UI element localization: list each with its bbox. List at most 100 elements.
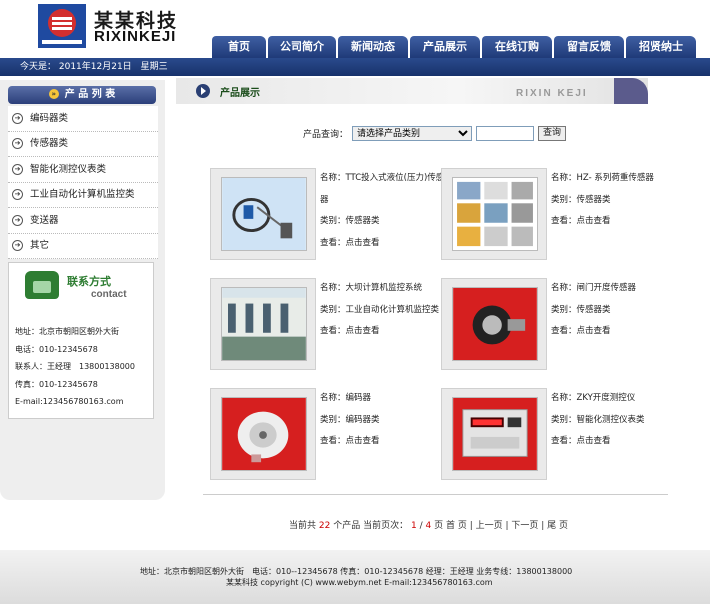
contact-header: 联系方式 contact <box>21 267 147 305</box>
sidebar-item-encoder[interactable]: ➔ 编码器类 <box>8 106 158 132</box>
dam-monitoring-image <box>221 287 307 361</box>
contact-details: 地址：北京市朝阳区朝外大街 电话：010-12345678 联系人：王经理 13… <box>15 323 135 411</box>
product-view-link[interactable]: 查看：点击查看 <box>551 431 681 453</box>
logo-english-text: RIXINKEJI <box>94 28 177 45</box>
nav-jobs[interactable]: 招贤纳士 <box>626 36 696 58</box>
product-name: 名称：TTC投入式液位(压力)传感器 <box>320 173 445 205</box>
controller-image <box>452 397 538 471</box>
pager-links[interactable]: 页 首 页 | 上一页 | 下一页 | 尾 页 <box>434 521 568 531</box>
header: 某某科技 RIXINKEJI 首页 公司简介 新闻动态 产品展示 在线订购 留言… <box>0 0 710 58</box>
product-name: 名称：闸门开度传感器 <box>551 283 637 293</box>
product-info: 名称：ZKY开度测控仪 类别：智能化测控仪表类 查看：点击查看 <box>551 388 681 453</box>
product-card: 名称：HZ- 系列荷重传感器 类别：传感器类 查看：点击查看 <box>441 168 681 260</box>
product-category: 类别：传感器类 <box>551 194 611 205</box>
product-card: 名称：编码器 类别：编码器类 查看：点击查看 <box>210 388 450 480</box>
product-thumbnail[interactable] <box>210 168 316 260</box>
product-card: 名称：闸门开度传感器 类别：传感器类 查看：点击查看 <box>441 278 681 370</box>
total-pages: 4 <box>425 521 432 531</box>
gate-sensor-image <box>452 287 538 361</box>
encoder-image <box>221 397 307 471</box>
query-label: 产品查询： <box>303 130 349 140</box>
pagination: 当前共 22 个产品 当前页次： 1 / 4 页 首 页 | 上一页 | 下一页… <box>289 521 568 531</box>
product-thumbnail[interactable] <box>441 388 547 480</box>
logo-icon <box>38 4 86 48</box>
total-count: 22 <box>318 521 331 531</box>
divider <box>203 494 668 495</box>
brand-d-icon <box>614 78 648 104</box>
product-info: 名称：HZ- 系列荷重传感器 类别：传感器类 查看：点击查看 <box>551 168 681 233</box>
sidebar-item-transmitter[interactable]: ➔ 变送器 <box>8 208 158 234</box>
nav-feedback[interactable]: 留言反馈 <box>554 36 624 58</box>
chevron-icon: » <box>48 89 59 99</box>
product-info: 名称：闸门开度传感器 类别：传感器类 查看：点击查看 <box>551 278 681 343</box>
contact-title-en: contact <box>91 289 127 300</box>
product-thumbnail[interactable] <box>210 388 316 480</box>
footer-contact: 地址：北京市朝阳区朝外大街 电话：010--12345678 传真：010-12… <box>140 567 573 576</box>
section-title: 产品展示 <box>220 88 260 99</box>
product-thumbnail[interactable] <box>441 168 547 260</box>
product-name: 名称：大坝计算机监控系统 <box>320 283 423 293</box>
sidebar-item-other[interactable]: ➔ 其它 <box>8 234 158 259</box>
sidebar-item-instrument[interactable]: ➔ 智能化测控仪表类 <box>8 157 158 183</box>
arrow-right-icon: ➔ <box>12 189 23 201</box>
contact-address: 地址：北京市朝阳区朝外大街 <box>15 327 119 336</box>
product-thumbnail[interactable] <box>210 278 316 370</box>
product-card: 名称：大坝计算机监控系统 类别：工业自动化计算机监控类 查看：点击查看 <box>210 278 450 370</box>
search-button[interactable]: 查询 <box>538 126 567 141</box>
contact-title-cn: 联系方式 <box>67 275 111 288</box>
product-name: 名称：编码器 <box>320 393 372 403</box>
product-view-link[interactable]: 查看：点击查看 <box>551 321 681 343</box>
sidebar-item-monitoring[interactable]: ➔ 工业自动化计算机监控类 <box>8 183 158 208</box>
product-card: 名称：TTC投入式液位(压力)传感器 类别：传感器类 查看：点击查看 <box>210 168 450 260</box>
arrow-right-icon: ➔ <box>12 214 23 226</box>
product-name: 名称：HZ- 系列荷重传感器 <box>551 173 654 183</box>
level-sensor-image <box>221 177 307 251</box>
arrow-right-icon: ➔ <box>12 138 23 150</box>
product-info: 名称：大坝计算机监控系统 类别：工业自动化计算机监控类 查看：点击查看 <box>320 278 450 343</box>
sidebar-item-sensor[interactable]: ➔ 传感器类 <box>8 132 158 157</box>
nav-products[interactable]: 产品展示 <box>410 36 480 58</box>
contact-email: E-mail:123456780163.com <box>15 397 124 406</box>
product-view-link[interactable]: 查看：点击查看 <box>320 431 450 453</box>
product-info: 名称：TTC投入式液位(压力)传感器 类别：传感器类 查看：点击查看 <box>320 168 450 254</box>
product-category: 类别：编码器类 <box>320 414 380 425</box>
sidebar: » 产 品 列 表 ➔ 编码器类 ➔ 传感器类 ➔ 智能化测控仪表类 ➔ 工业自动化计算机… <box>0 80 165 500</box>
main-nav: 首页 公司简介 新闻动态 产品展示 在线订购 留言反馈 招贤纳士 <box>212 36 698 58</box>
load-cell-image <box>452 177 538 251</box>
nav-about[interactable]: 公司简介 <box>268 36 336 58</box>
product-category: 类别：传感器类 <box>551 304 611 315</box>
play-icon <box>196 84 210 98</box>
product-category: 类别：工业自动化计算机监控类 <box>320 304 440 315</box>
nav-home[interactable]: 首页 <box>212 36 266 58</box>
sidebar-title: » 产 品 列 表 <box>8 86 156 104</box>
product-category: 类别：智能化测控仪表类 <box>551 414 645 425</box>
product-info: 名称：编码器 类别：编码器类 查看：点击查看 <box>320 388 450 453</box>
arrow-right-icon: ➔ <box>12 240 23 252</box>
phone-icon <box>25 271 59 299</box>
brand-watermark: RIXIN KEJI <box>516 88 588 99</box>
product-category: 类别：传感器类 <box>320 216 380 226</box>
product-view-link[interactable]: 查看：点击查看 <box>320 321 450 343</box>
nav-news[interactable]: 新闻动态 <box>338 36 408 58</box>
product-card: 名称：ZKY开度测控仪 类别：智能化测控仪表类 查看：点击查看 <box>441 388 681 480</box>
date-bar: 今天是： 2011年12月21日 星期三 <box>0 58 710 76</box>
contact-box: 联系方式 contact 地址：北京市朝阳区朝外大街 电话：010-123456… <box>8 262 154 419</box>
contact-fax: 传真：010-12345678 <box>15 379 98 389</box>
contact-person: 联系人：王经理 13800138000 <box>15 362 135 371</box>
product-view-link[interactable]: 查看：点击查看 <box>551 211 681 233</box>
product-view-link[interactable]: 查看：点击查看 <box>320 233 450 255</box>
current-page: 1 <box>410 521 417 531</box>
product-query: 产品查询： 请选择产品类别 查询 <box>303 126 567 141</box>
section-header: 产品展示 RIXIN KEJI <box>176 78 648 104</box>
nav-order[interactable]: 在线订购 <box>482 36 552 58</box>
footer-copyright: 某某科技 copyright (C) www.webym.net E-mail:… <box>226 578 493 587</box>
product-thumbnail[interactable] <box>441 278 547 370</box>
category-list: ➔ 编码器类 ➔ 传感器类 ➔ 智能化测控仪表类 ➔ 工业自动化计算机监控类 ➔ 变送器 … <box>8 106 158 259</box>
contact-phone: 电话：010-12345678 <box>15 344 98 354</box>
arrow-right-icon: ➔ <box>12 163 23 175</box>
search-input[interactable] <box>476 126 535 141</box>
footer: 地址：北京市朝阳区朝外大街 电话：010--12345678 传真：010-12… <box>0 550 710 604</box>
category-select[interactable]: 请选择产品类别 <box>352 126 473 141</box>
arrow-right-icon: ➔ <box>12 112 23 124</box>
product-name: 名称：ZKY开度测控仪 <box>551 393 636 403</box>
